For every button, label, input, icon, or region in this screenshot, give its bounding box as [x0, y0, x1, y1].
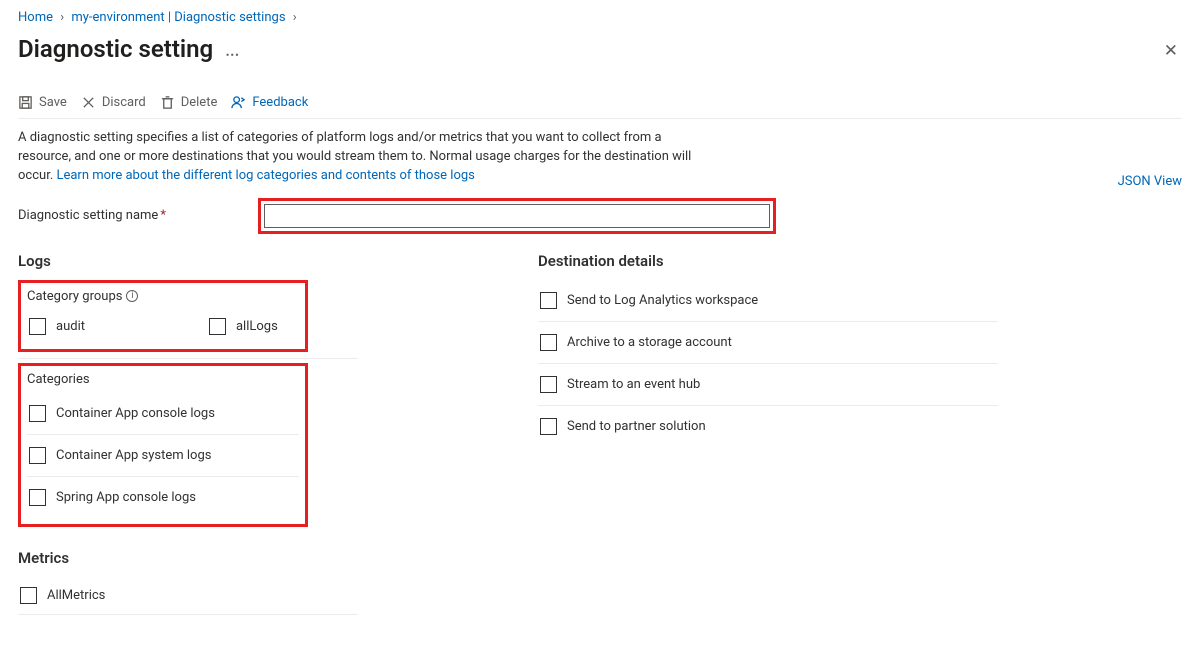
toolbar: Save Discard Delete Feedback: [18, 89, 1182, 119]
checkbox-row-event-hub[interactable]: Stream to an event hub: [538, 364, 998, 406]
setting-name-label: Diagnostic setting name*: [18, 208, 258, 223]
discard-button[interactable]: Discard: [81, 95, 146, 110]
checkbox-label: Send to Log Analytics workspace: [567, 293, 758, 308]
checkbox-row-spring-console[interactable]: Spring App console logs: [27, 477, 299, 518]
setting-name-highlight: [258, 198, 776, 234]
breadcrumb: Home › my-environment | Diagnostic setti…: [18, 10, 1182, 25]
checkbox-row-container-system[interactable]: Container App system logs: [27, 435, 299, 477]
checkbox-label: Container App console logs: [56, 406, 215, 421]
checkbox[interactable]: [29, 318, 46, 335]
save-label: Save: [39, 95, 67, 110]
more-actions-icon[interactable]: ⋯: [225, 47, 239, 63]
learn-more-link[interactable]: Learn more about the different log categ…: [56, 168, 474, 183]
page-title: Diagnostic setting ⋯: [18, 35, 239, 63]
checkbox[interactable]: [29, 447, 46, 464]
chevron-right-icon: ›: [293, 10, 297, 25]
checkbox-row-storage-account[interactable]: Archive to a storage account: [538, 322, 998, 364]
logs-heading: Logs: [18, 252, 478, 270]
save-button[interactable]: Save: [18, 95, 67, 110]
checkbox-label: Stream to an event hub: [567, 377, 700, 392]
categories-highlight: Categories Container App console logs Co…: [18, 363, 308, 527]
delete-button[interactable]: Delete: [160, 95, 218, 110]
json-view-link[interactable]: JSON View: [1118, 174, 1182, 189]
feedback-button[interactable]: Feedback: [231, 95, 308, 110]
checkbox[interactable]: [20, 587, 37, 604]
categories-label: Categories: [27, 372, 299, 387]
breadcrumb-home[interactable]: Home: [18, 10, 53, 25]
checkbox-row-container-console[interactable]: Container App console logs: [27, 393, 299, 435]
checkbox-row-log-analytics[interactable]: Send to Log Analytics workspace: [538, 280, 998, 322]
delete-icon: [160, 95, 175, 110]
checkbox-label: AllMetrics: [47, 588, 105, 603]
info-icon[interactable]: i: [126, 290, 138, 302]
checkbox-row-allmetrics[interactable]: AllMetrics: [18, 577, 358, 615]
checkbox-label: Container App system logs: [56, 448, 211, 463]
save-icon: [18, 95, 33, 110]
chevron-right-icon: ›: [60, 10, 64, 25]
checkbox[interactable]: [29, 405, 46, 422]
checkbox[interactable]: [540, 292, 557, 309]
checkbox-row-alllogs[interactable]: allLogs: [207, 310, 280, 343]
checkbox[interactable]: [29, 489, 46, 506]
close-icon[interactable]: ✕: [1160, 37, 1182, 65]
feedback-label: Feedback: [252, 95, 308, 110]
checkbox-label: Spring App console logs: [56, 490, 196, 505]
category-groups-highlight: Category groups i audit allLogs: [18, 280, 308, 352]
required-asterisk: *: [160, 208, 166, 223]
discard-label: Discard: [102, 95, 146, 110]
delete-label: Delete: [181, 95, 218, 110]
feedback-icon: [231, 95, 246, 110]
checkbox-row-partner-solution[interactable]: Send to partner solution: [538, 406, 998, 447]
checkbox-label: Archive to a storage account: [567, 335, 732, 350]
setting-name-input[interactable]: [264, 204, 770, 228]
checkbox[interactable]: [540, 376, 557, 393]
destination-heading: Destination details: [538, 252, 998, 270]
description-text: A diagnostic setting specifies a list of…: [18, 129, 698, 186]
metrics-heading: Metrics: [18, 549, 478, 567]
page-title-text: Diagnostic setting: [18, 35, 213, 63]
checkbox[interactable]: [209, 318, 226, 335]
checkbox-label: Send to partner solution: [567, 419, 706, 434]
checkbox-label: audit: [56, 319, 85, 334]
checkbox-label: allLogs: [236, 319, 278, 334]
category-groups-label: Category groups i: [27, 289, 299, 304]
checkbox[interactable]: [540, 418, 557, 435]
breadcrumb-environment[interactable]: my-environment | Diagnostic settings: [71, 10, 285, 25]
discard-icon: [81, 95, 96, 110]
checkbox-row-audit[interactable]: audit: [27, 310, 87, 343]
checkbox[interactable]: [540, 334, 557, 351]
